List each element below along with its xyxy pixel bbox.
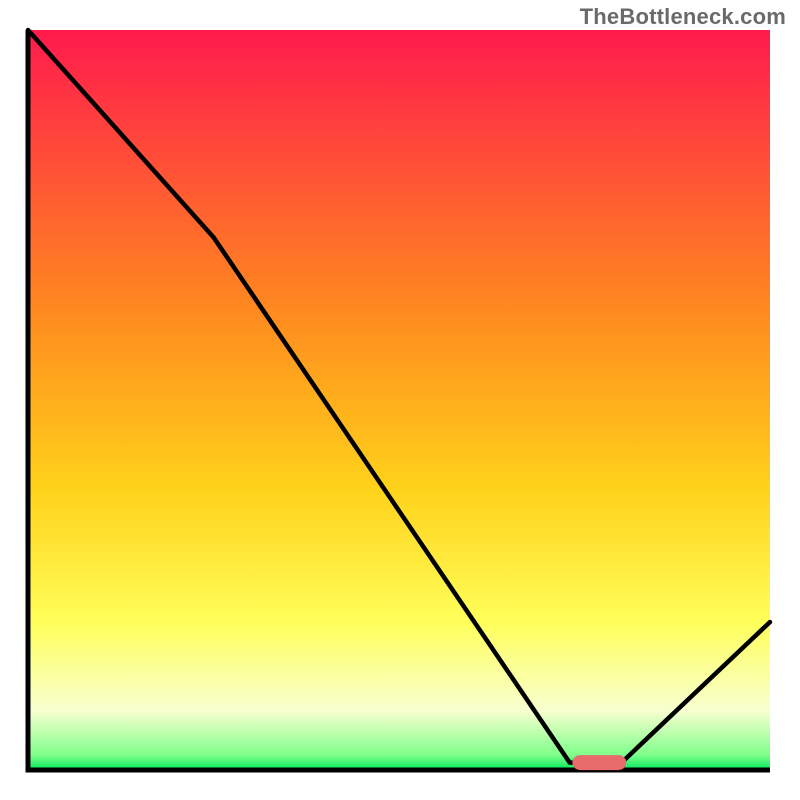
chart-svg <box>0 0 800 800</box>
watermark-text: TheBottleneck.com <box>580 4 786 30</box>
optimum-marker <box>572 755 626 770</box>
plot-background <box>28 30 770 770</box>
chart-container: TheBottleneck.com <box>0 0 800 800</box>
